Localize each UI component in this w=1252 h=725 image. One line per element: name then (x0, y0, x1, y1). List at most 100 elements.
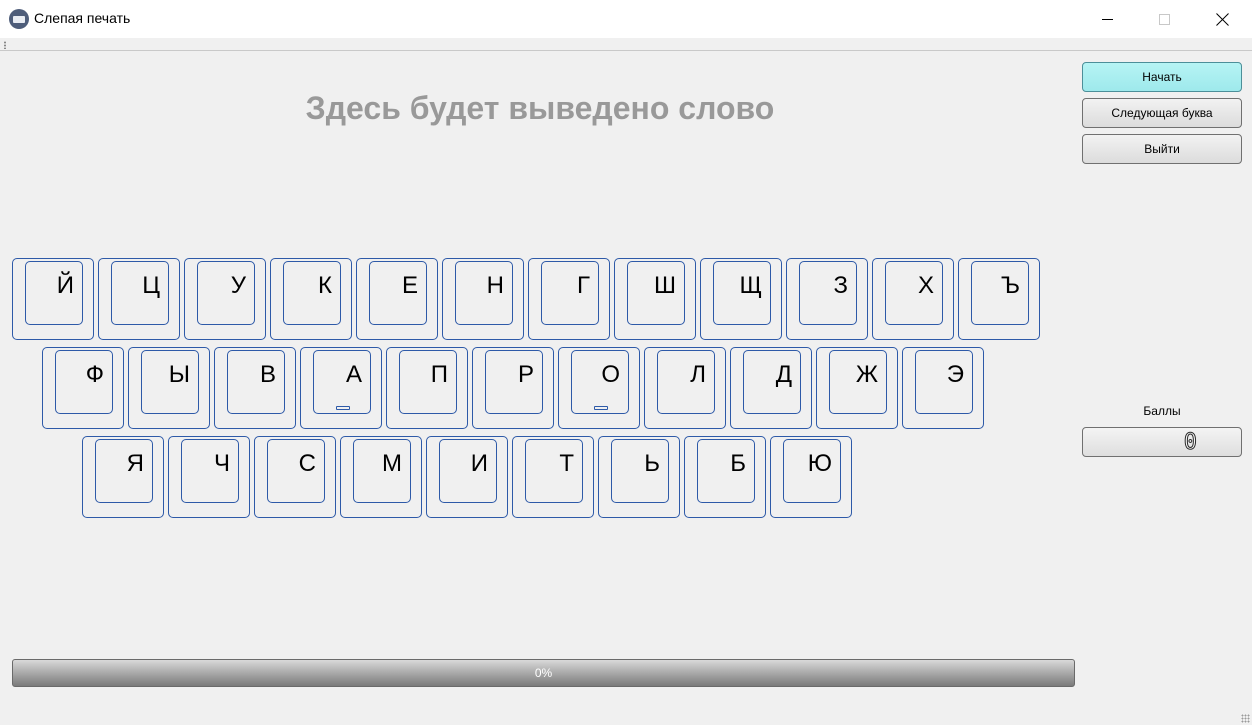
key-cap: Ы (141, 350, 199, 414)
key-cap: Е (369, 261, 427, 325)
toolbar-grip-icon[interactable] (4, 41, 6, 49)
key-cap: С (267, 439, 325, 503)
key[interactable]: П (386, 347, 468, 429)
key[interactable]: Ь (598, 436, 680, 518)
key-label: Ч (214, 450, 230, 477)
progress-bar: 0% (12, 659, 1075, 687)
key[interactable]: Ы (128, 347, 210, 429)
key-cap: Э (915, 350, 973, 414)
key[interactable]: С (254, 436, 336, 518)
key-cap: Т (525, 439, 583, 503)
key-cap: Р (485, 350, 543, 414)
key-label: З (833, 272, 849, 299)
score-value: 0 (1183, 430, 1197, 456)
key[interactable]: Т (512, 436, 594, 518)
key[interactable]: Ш (614, 258, 696, 340)
key-cap: Щ (713, 261, 771, 325)
score-display: 0 (1082, 427, 1242, 457)
start-button[interactable]: Начать (1082, 62, 1242, 92)
key-label: Й (56, 272, 74, 299)
key-cap: Ж (829, 350, 887, 414)
key-label: Д (775, 361, 792, 388)
key[interactable]: Л (644, 347, 726, 429)
key-cap: Ю (783, 439, 841, 503)
key-cap: Ъ (971, 261, 1029, 325)
key-label: Я (126, 450, 144, 477)
key-label: Е (401, 272, 418, 299)
key-label: Ц (142, 272, 160, 299)
key[interactable]: Ф (42, 347, 124, 429)
key[interactable]: Ъ (958, 258, 1040, 340)
key-label: Р (517, 361, 534, 388)
window-title: Слепая печать (34, 10, 131, 26)
next-letter-button[interactable]: Следующая буква (1082, 98, 1242, 128)
key[interactable]: У (184, 258, 266, 340)
maximize-button[interactable] (1141, 0, 1187, 38)
key-cap: У (197, 261, 255, 325)
key-label: Ж (855, 361, 878, 388)
key[interactable]: Д (730, 347, 812, 429)
key-cap: И (439, 439, 497, 503)
maximize-icon (1158, 13, 1170, 25)
key-label: П (430, 361, 448, 388)
key-label: М (382, 450, 402, 477)
key[interactable]: Ю (770, 436, 852, 518)
key[interactable]: В (214, 347, 296, 429)
key-cap: В (227, 350, 285, 414)
key-cap: Ш (627, 261, 685, 325)
key[interactable]: А (300, 347, 382, 429)
key-label: У (230, 272, 246, 299)
exit-button[interactable]: Выйти (1082, 134, 1242, 164)
key[interactable]: Щ (700, 258, 782, 340)
key-cap: Й (25, 261, 83, 325)
key-label: Щ (739, 272, 763, 299)
key-label: Ю (807, 450, 832, 477)
key-cap: Ч (181, 439, 239, 503)
key-label: Г (577, 272, 590, 299)
key[interactable]: З (786, 258, 868, 340)
key[interactable]: Ж (816, 347, 898, 429)
key[interactable]: Б (684, 436, 766, 518)
key-label: Ъ (1001, 272, 1020, 299)
key[interactable]: Ц (98, 258, 180, 340)
key[interactable]: Й (12, 258, 94, 340)
key[interactable]: Э (902, 347, 984, 429)
key[interactable]: К (270, 258, 352, 340)
key-label: Ы (168, 361, 190, 388)
title-bar: Слепая печать (0, 0, 1252, 38)
key-cap: З (799, 261, 857, 325)
key-cap: Г (541, 261, 599, 325)
key-label: И (470, 450, 488, 477)
key[interactable]: Е (356, 258, 438, 340)
key-cap: Ь (611, 439, 669, 503)
minimize-button[interactable] (1084, 0, 1130, 38)
resize-grip-icon[interactable] (1241, 714, 1250, 723)
key[interactable]: Г (528, 258, 610, 340)
key-cap: Х (885, 261, 943, 325)
key[interactable]: Н (442, 258, 524, 340)
key-cap: Д (743, 350, 801, 414)
key-label: Ь (644, 450, 660, 477)
key-label: Б (730, 450, 746, 477)
key-label: А (345, 361, 362, 388)
close-button[interactable] (1199, 0, 1245, 38)
key-cap: Ф (55, 350, 113, 414)
key-cap: К (283, 261, 341, 325)
progress-text: 0% (534, 666, 553, 680)
key-cap: Б (697, 439, 755, 503)
key[interactable]: М (340, 436, 422, 518)
keyboard-icon (9, 9, 29, 29)
key-cap: Л (657, 350, 715, 414)
key-label: С (298, 450, 316, 477)
key[interactable]: И (426, 436, 508, 518)
key-cap: Я (95, 439, 153, 503)
key[interactable]: Я (82, 436, 164, 518)
key[interactable]: О (558, 347, 640, 429)
key-label: Т (559, 450, 574, 477)
key-label: Х (917, 272, 934, 299)
key[interactable]: Ч (168, 436, 250, 518)
key-cap: Н (455, 261, 513, 325)
key[interactable]: Х (872, 258, 954, 340)
key-label: Н (486, 272, 504, 299)
key[interactable]: Р (472, 347, 554, 429)
